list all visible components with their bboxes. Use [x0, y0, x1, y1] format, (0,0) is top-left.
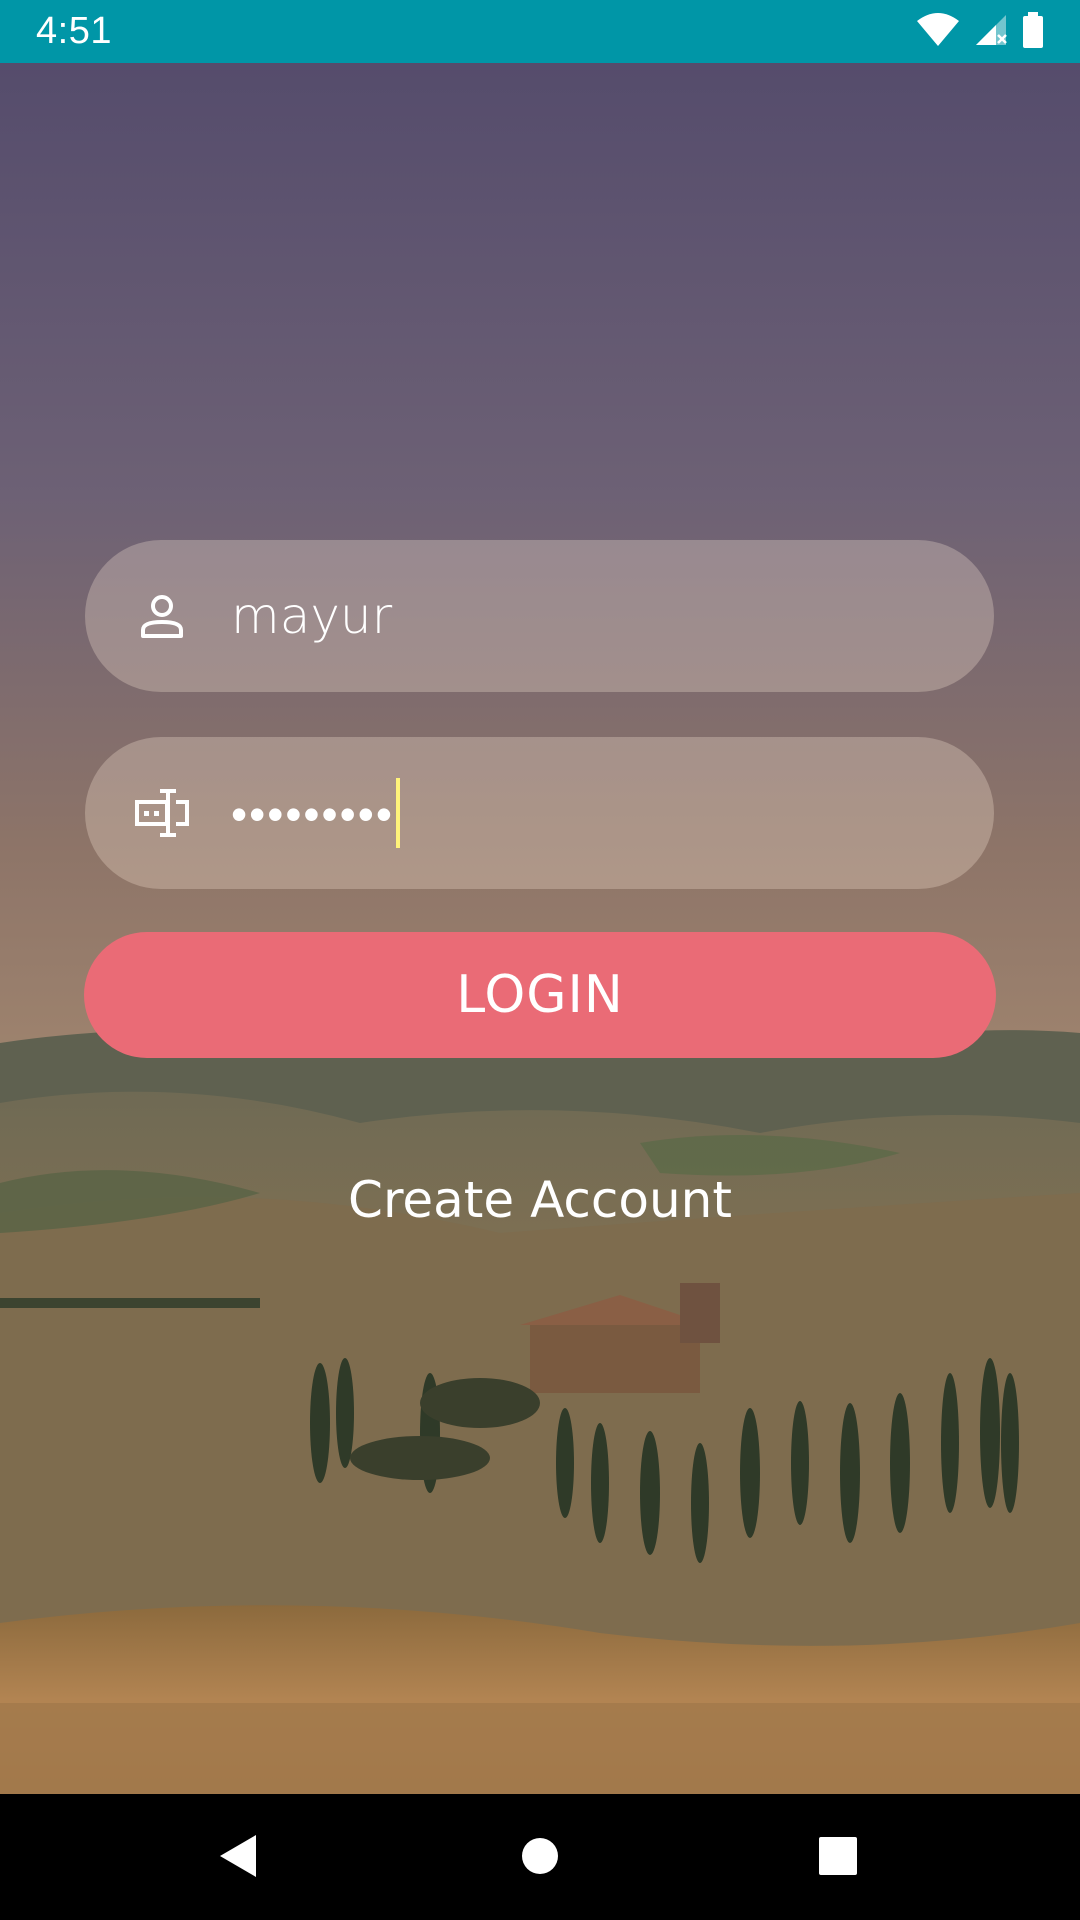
cell-signal-icon [974, 13, 1008, 52]
back-icon[interactable] [208, 1826, 268, 1886]
status-bar: 4:51 [0, 0, 1080, 63]
background-landscape-image [0, 63, 1080, 1794]
battery-icon [1022, 11, 1044, 53]
home-icon[interactable] [510, 1826, 570, 1886]
username-field[interactable]: mayur [85, 540, 994, 692]
password-icon [130, 781, 194, 845]
wifi-icon [916, 12, 960, 52]
status-time: 4:51 [36, 10, 112, 52]
login-button[interactable]: LOGIN [84, 932, 996, 1058]
password-field[interactable]: ••••••••• [85, 737, 994, 889]
create-account-link[interactable]: Create Account [0, 1168, 1080, 1232]
username-input[interactable]: mayur [231, 576, 934, 656]
navigation-bar [0, 1794, 1080, 1920]
password-value: ••••••••• [231, 787, 394, 841]
login-screen: 4:51 mayur ••••••••• LOGIN Create Accoun… [0, 0, 1080, 1920]
text-cursor [395, 777, 400, 848]
recents-icon[interactable] [808, 1826, 868, 1886]
status-icons [916, 11, 1044, 53]
password-input[interactable]: ••••••••• [231, 773, 934, 853]
person-icon [130, 584, 194, 648]
